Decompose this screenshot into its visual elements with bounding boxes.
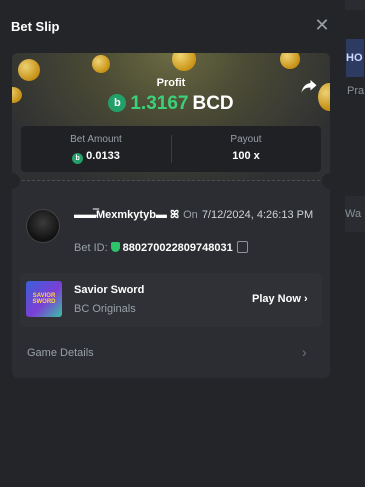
bet-user-info: ▬▬̵̵̿Mexmkytyb▬ ꕤ On 7/12/2024, 4:26:13 PM… [12, 193, 330, 273]
side-text-fragment: Pra [347, 85, 365, 97]
game-details-label: Game Details [27, 347, 94, 359]
bet-stats: Bet Amount b 0.0133 Payout 100 x [21, 126, 321, 172]
bet-user-line: ▬▬̵̵̿Mexmkytyb▬ ꕤ On 7/12/2024, 4:26:13 PM [74, 207, 319, 223]
decorative-coin-icon [92, 55, 110, 73]
bet-amount-label: Bet Amount [70, 134, 122, 145]
payout-stat: Payout 100 x [171, 126, 321, 172]
profit-value: 1.3167 [130, 93, 189, 114]
profit-amount: b 1.3167 BCD [12, 93, 330, 115]
bcd-coin-icon: b [108, 94, 127, 112]
bcd-coin-icon: b [72, 153, 84, 164]
bet-amount-stat: Bet Amount b 0.0133 [21, 126, 171, 172]
decorative-coin-icon [280, 53, 300, 69]
bet-card: Profit b 1.3167 BCD Bet Amount b 0.0133 Pay… [12, 53, 330, 378]
copy-icon[interactable] [236, 241, 248, 253]
play-now-button[interactable]: Play Now › [252, 293, 308, 305]
decorative-coin-icon [172, 53, 196, 71]
game-row[interactable]: SAVIOR SWORD Savior Sword BC Originals P… [20, 273, 322, 327]
close-icon[interactable]: ✕ [312, 15, 332, 35]
bet-slip-panel: Bet Slip ✕ Profit b 1.3167 BCD Bet Amount … [0, 0, 345, 487]
shield-icon [110, 242, 120, 252]
bet-id-label: Bet ID: [74, 242, 108, 254]
bet-id-value: 880270022809748031 [122, 242, 233, 254]
game-details-row[interactable]: Game Details › [12, 337, 330, 371]
chevron-right-icon: › [302, 344, 307, 360]
bet-id-row: Bet ID: 880270022809748031 [74, 241, 248, 254]
ticket-notch-right [322, 173, 330, 189]
game-thumbnail-text: SAVIOR SWORD [32, 293, 56, 305]
background-page-right: HO Pra Wa [345, 10, 365, 487]
game-provider: BC Originals [74, 303, 136, 315]
side-tab-fragment: Wa [345, 196, 365, 232]
bet-slip-header: Bet Slip ✕ [0, 0, 345, 52]
payout-label: Payout [230, 134, 262, 145]
promo-banner-fragment: HO [346, 39, 364, 77]
panel-title: Bet Slip [11, 19, 60, 34]
bet-amount-value: b 0.0133 [21, 150, 171, 164]
profit-currency: BCD [192, 93, 234, 114]
ticket-dashed-divider [22, 180, 320, 181]
game-name: Savior Sword [74, 284, 145, 296]
username[interactable]: ▬▬̵̵̿Mexmkytyb▬ ꕤ [74, 209, 179, 221]
bet-amount-number: 0.0133 [86, 150, 120, 162]
chevron-right-icon: › [303, 293, 308, 305]
bet-date: 7/12/2024, 4:26:13 PM [201, 209, 314, 221]
game-thumbnail: SAVIOR SWORD [26, 281, 62, 317]
play-now-label: Play Now [252, 293, 301, 305]
payout-value: 100 x [232, 150, 260, 162]
profit-label: Profit [156, 77, 186, 89]
on-label: On [183, 209, 198, 221]
share-icon[interactable] [300, 77, 318, 95]
avatar[interactable] [26, 209, 60, 243]
profit-hero: Profit b 1.3167 BCD Bet Amount b 0.0133 Pay… [12, 53, 330, 181]
